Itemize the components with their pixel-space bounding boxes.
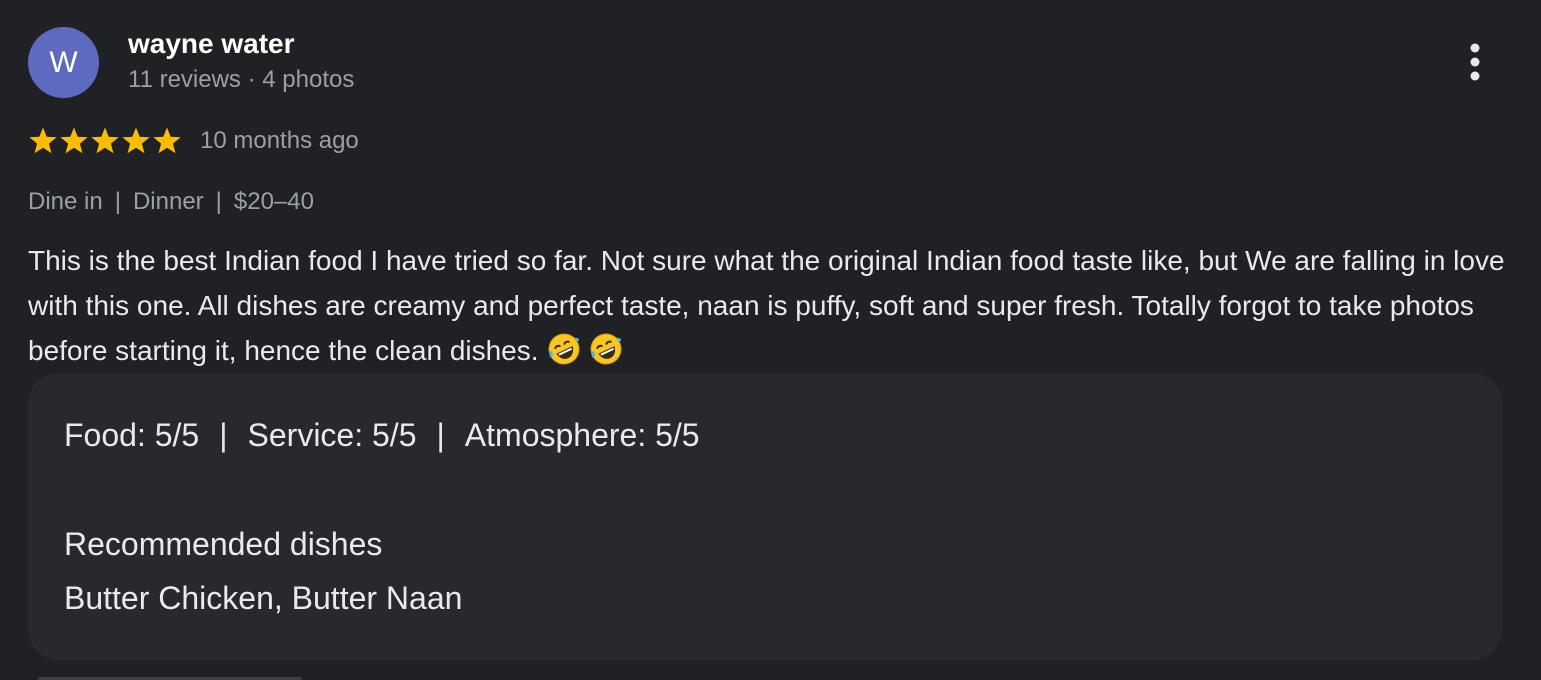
more-vert-icon <box>1470 43 1480 81</box>
rating-separator: | <box>219 417 228 453</box>
star-icon <box>60 127 88 154</box>
star-icon <box>29 127 57 154</box>
rating-row: 10 months ago <box>28 124 359 158</box>
tag-separator: | <box>114 188 121 215</box>
visit-tags: Dine in | Dinner | $20–40 <box>28 186 314 218</box>
tag-dine-in: Dine in <box>28 188 103 215</box>
avatar[interactable]: W <box>28 27 99 98</box>
tag-price: $20–40 <box>233 188 314 215</box>
star-icon <box>153 127 181 154</box>
recommended-dishes-title: Recommended dishes <box>64 526 383 562</box>
food-rating: Food: 5/5 <box>64 417 200 453</box>
rating-separator: | <box>436 417 445 453</box>
star-rating <box>28 126 182 156</box>
review-details-card: Food: 5/5 | Service: 5/5 | Atmosphere: 5/5 R… <box>28 373 1502 660</box>
rolling-on-floor-laughing-emoji <box>590 333 622 365</box>
review-card: W wayne water 11 reviews · 4 photos 10 m… <box>0 0 1541 680</box>
service-rating: Service: 5/5 <box>247 417 417 453</box>
category-ratings: Food: 5/5 | Service: 5/5 | Atmosphere: 5/5 <box>64 413 700 457</box>
review-text: This is the best Indian food I have trie… <box>28 245 1505 366</box>
review-emojis <box>539 333 623 366</box>
star-icon <box>122 127 150 154</box>
atmosphere-rating: Atmosphere: 5/5 <box>464 417 700 453</box>
review-time: 10 months ago <box>200 127 359 154</box>
author-meta[interactable]: 11 reviews · 4 photos <box>128 64 354 96</box>
rolling-on-floor-laughing-emoji <box>548 333 580 365</box>
more-options-button[interactable] <box>1452 36 1498 88</box>
star-icon <box>91 127 119 154</box>
review-body: This is the best Indian food I have trie… <box>28 238 1518 373</box>
avatar-initial: W <box>49 45 78 79</box>
recommended-dishes-list: Butter Chicken, Butter Naan <box>64 580 463 616</box>
author-name[interactable]: wayne water <box>128 27 295 61</box>
tag-meal: Dinner <box>132 188 204 215</box>
tag-separator: | <box>215 188 222 215</box>
